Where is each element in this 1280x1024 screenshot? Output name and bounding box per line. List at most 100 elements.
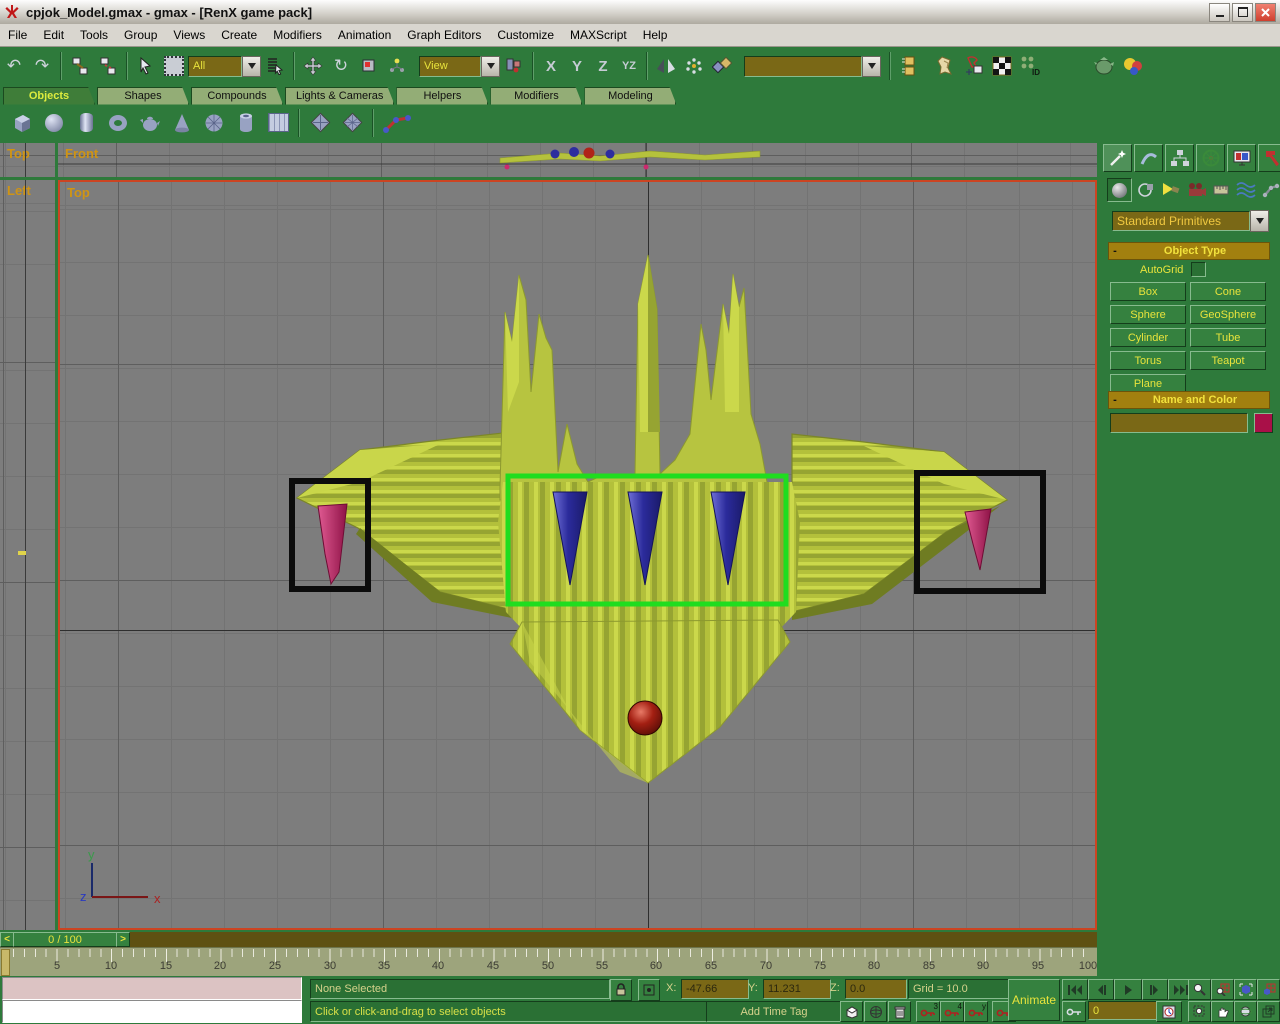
systems-icon[interactable] [1259, 179, 1280, 201]
box-icon[interactable] [9, 110, 35, 136]
sphere-icon[interactable] [41, 110, 67, 136]
key-mode-icon[interactable] [1062, 1001, 1086, 1022]
rollout-name-and-color[interactable]: - Name and Color [1108, 391, 1270, 409]
key-filter-y-icon[interactable]: y [964, 1001, 988, 1022]
menu-views[interactable]: Views [165, 25, 213, 45]
select-and-manipulate-icon[interactable] [384, 53, 410, 79]
cylinder-icon[interactable] [73, 110, 99, 136]
time-slider-handle[interactable]: 0 / 100 [13, 932, 117, 947]
axis-y-button[interactable]: Y [566, 54, 588, 78]
shapes-icon[interactable] [1134, 179, 1157, 201]
restore-icon[interactable] [1232, 3, 1253, 22]
menu-customize[interactable]: Customize [489, 25, 562, 45]
select-and-scale-icon[interactable] [356, 53, 382, 79]
primitive-category-dropdown[interactable]: Standard Primitives [1112, 211, 1250, 231]
tab-compounds[interactable]: Compounds [191, 87, 283, 105]
quadpatch-icon[interactable] [307, 110, 333, 136]
object-color-swatch[interactable] [1254, 413, 1273, 433]
create-icon[interactable] [1103, 144, 1132, 172]
minimize-icon[interactable] [1209, 3, 1230, 22]
teapot-icon[interactable] [137, 110, 163, 136]
key-filter-3-icon[interactable]: 3 [916, 1001, 940, 1022]
lights-icon[interactable] [1159, 179, 1182, 201]
material-editor-icon[interactable] [933, 53, 959, 79]
trash-icon[interactable] [888, 1001, 911, 1022]
selection-filter-dropdown[interactable]: All [188, 56, 242, 77]
pan-icon[interactable] [1211, 1001, 1234, 1022]
viewport-top-main[interactable]: Top y z x [58, 180, 1097, 930]
torus-button[interactable]: Torus [1110, 351, 1186, 370]
time-config-icon[interactable] [1156, 1001, 1182, 1022]
y-coordinate-field[interactable]: 11.231 [763, 979, 831, 999]
viewport-left[interactable]: Left [0, 180, 55, 930]
autogrid-checkbox[interactable] [1191, 262, 1206, 277]
zoom-all-icon[interactable] [1211, 979, 1234, 1000]
axis-plane-button[interactable]: YZ [618, 54, 640, 78]
render-scene-icon[interactable] [989, 53, 1015, 79]
tab-objects[interactable]: Objects [3, 87, 95, 105]
prev-frame-icon[interactable] [1088, 979, 1114, 1000]
teapot-button[interactable]: Teapot [1190, 351, 1266, 370]
rectangular-selection-region-icon[interactable] [161, 53, 187, 79]
rollout-object-type[interactable]: - Object Type [1108, 242, 1270, 260]
select-and-move-icon[interactable] [300, 53, 326, 79]
selection-filter-arrow-icon[interactable] [242, 56, 261, 77]
menu-tools[interactable]: Tools [72, 25, 116, 45]
display-icon[interactable] [1227, 144, 1256, 172]
menu-modifiers[interactable]: Modifiers [265, 25, 330, 45]
tab-modifiers[interactable]: Modifiers [490, 87, 582, 105]
region-zoom-icon[interactable] [1188, 1001, 1211, 1022]
modify-icon[interactable] [1134, 144, 1163, 172]
select-by-name-icon[interactable] [262, 53, 288, 79]
utilities-icon[interactable] [1258, 144, 1280, 172]
arc-rotate-icon[interactable] [1234, 1001, 1257, 1022]
axis-z-button[interactable]: Z [592, 54, 614, 78]
cylinder-button[interactable]: Cylinder [1110, 328, 1186, 347]
motion-icon[interactable] [1196, 144, 1225, 172]
zoom-icon[interactable] [1188, 979, 1211, 1000]
named-selection-arrow-icon[interactable] [862, 56, 881, 77]
wireframe-sphere-icon[interactable] [864, 1001, 887, 1022]
tab-lights-cameras[interactable]: Lights & Cameras [285, 87, 394, 105]
use-pivot-point-icon[interactable] [501, 53, 527, 79]
menu-file[interactable]: File [0, 25, 35, 45]
tripatch-icon[interactable] [339, 110, 365, 136]
coordinate-system-dropdown[interactable]: View [419, 56, 481, 77]
menu-create[interactable]: Create [213, 25, 265, 45]
sphere-button[interactable]: Sphere [1110, 305, 1186, 324]
undo-icon[interactable]: ↶ [1, 53, 27, 79]
box-button[interactable]: Box [1110, 282, 1186, 301]
tab-helpers[interactable]: Helpers [396, 87, 488, 105]
menu-animation[interactable]: Animation [330, 25, 399, 45]
min-max-toggle-icon[interactable] [1257, 1001, 1280, 1022]
viewport-top-mini[interactable]: Top [0, 143, 55, 177]
key-filter-4-icon[interactable]: 4 [940, 1001, 964, 1022]
object-name-field[interactable] [1110, 413, 1248, 433]
absolute-offset-toggle[interactable] [638, 979, 660, 1001]
viewport-front[interactable]: Front [58, 143, 1097, 177]
zoom-extents-icon[interactable] [1234, 979, 1257, 1000]
next-frame-icon[interactable] [1142, 979, 1168, 1000]
primitive-category-arrow-icon[interactable] [1250, 210, 1269, 232]
play-icon[interactable] [1114, 979, 1142, 1000]
degradation-cube-icon[interactable] [840, 1001, 863, 1022]
menu-group[interactable]: Group [116, 25, 165, 45]
menu-maxscript[interactable]: MAXScript [562, 25, 635, 45]
time-slider-next-button[interactable]: > [116, 932, 130, 947]
maxscript-listener-pink[interactable] [2, 977, 302, 1000]
current-frame-field[interactable]: 0 [1088, 1001, 1160, 1020]
mirror-icon[interactable] [653, 53, 679, 79]
menu-edit[interactable]: Edit [35, 25, 72, 45]
animate-button[interactable]: Animate [1008, 979, 1060, 1021]
unlink-selection-icon[interactable] [95, 53, 121, 79]
time-slider-prev-button[interactable]: < [0, 932, 14, 947]
select-and-link-icon[interactable] [67, 53, 93, 79]
cone-icon[interactable] [169, 110, 195, 136]
tab-modeling[interactable]: Modeling [584, 87, 676, 105]
geosphere-button[interactable]: GeoSphere [1190, 305, 1266, 324]
helpers-icon[interactable] [1209, 179, 1232, 201]
tab-shapes[interactable]: Shapes [97, 87, 189, 105]
spacewarps-icon[interactable] [1234, 179, 1257, 201]
geometry-icon[interactable] [1107, 178, 1132, 202]
select-and-rotate-icon[interactable]: ↻ [328, 53, 354, 79]
